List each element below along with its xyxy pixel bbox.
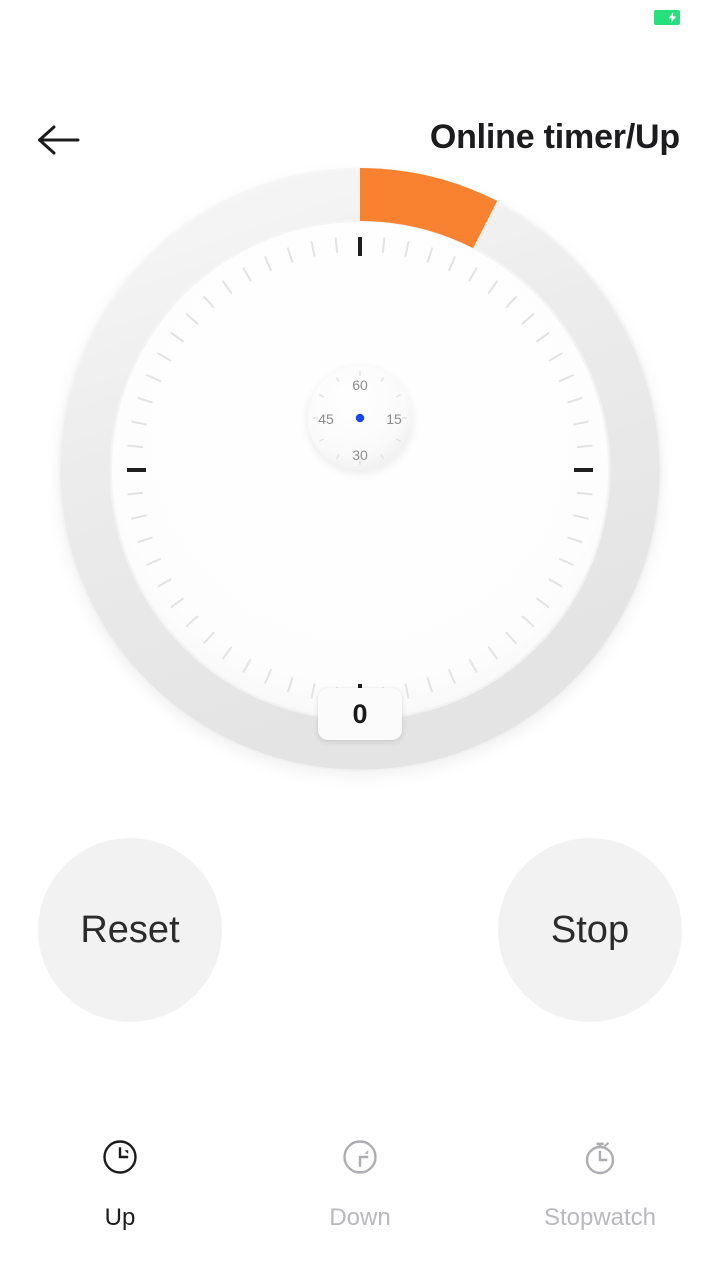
bottom-tab-bar: Up Down Stopwatch — [0, 1112, 720, 1280]
tab-stopwatch[interactable]: Stopwatch — [480, 1112, 720, 1280]
status-bar — [0, 0, 720, 30]
tab-stopwatch-label: Stopwatch — [543, 1204, 657, 1231]
tab-up[interactable]: Up — [0, 1112, 240, 1280]
tab-down[interactable]: Down — [240, 1112, 480, 1280]
stop-button[interactable]: Stop — [498, 838, 682, 1022]
svg-text:15: 15 — [386, 411, 402, 427]
svg-text:30: 30 — [352, 447, 368, 463]
tab-up-label: Up — [104, 1204, 136, 1231]
reset-button-label: Reset — [80, 908, 180, 951]
stopwatch-icon — [580, 1134, 620, 1180]
timer-value: 0 — [352, 698, 368, 729]
svg-text:45: 45 — [318, 411, 334, 427]
clock-up-icon — [100, 1134, 140, 1180]
clock-down-icon — [340, 1134, 380, 1180]
reset-button[interactable]: Reset — [38, 838, 222, 1022]
tab-down-label: Down — [329, 1204, 391, 1231]
stop-button-label: Stop — [550, 908, 630, 951]
app-header: Online timer/Up — [0, 52, 720, 156]
battery-bolt-glyph — [655, 11, 679, 24]
timer-value-box: 0 — [318, 688, 402, 740]
mini-clock: 60 15 30 45 — [308, 366, 412, 470]
